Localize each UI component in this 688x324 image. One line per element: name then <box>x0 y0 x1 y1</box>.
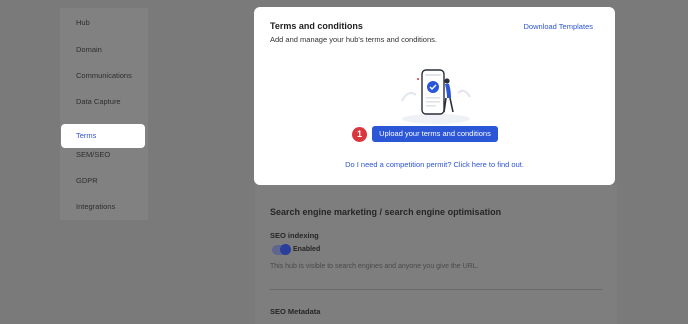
phone-with-person-illustration <box>394 67 478 127</box>
seo-indexing-help: This hub is visible to search engines an… <box>270 263 479 270</box>
sidebar-item-gdpr[interactable]: GDPR <box>76 175 98 187</box>
toggle-knob <box>280 244 291 255</box>
competition-permit-link[interactable]: Do I need a competition permit? Click he… <box>254 160 615 169</box>
sem-seo-heading: Search engine marketing / search engine … <box>270 207 502 217</box>
sidebar-item-communications[interactable]: Communications <box>76 70 132 82</box>
sidebar-item-hub[interactable]: Hub <box>76 17 90 29</box>
seo-indexing-toggle-label: Enabled <box>293 246 321 253</box>
sidebar-item-data-capture[interactable]: Data Capture <box>76 96 121 108</box>
seo-metadata-label: SEO Metadata <box>270 307 321 316</box>
terms-modal: Terms and conditions Add and manage your… <box>254 7 615 185</box>
sidebar-item-integrations[interactable]: Integrations <box>76 201 115 213</box>
step-number-badge: 1 <box>352 127 367 142</box>
sidebar-item-sem-seo[interactable]: SEM/SEO <box>76 149 110 161</box>
sidebar-item-terms[interactable]: Terms <box>76 130 96 142</box>
sidebar-item-terms-active[interactable]: Terms <box>61 124 145 148</box>
seo-indexing-label: SEO indexing <box>270 231 319 240</box>
download-templates-link[interactable]: Download Templates <box>524 22 594 31</box>
settings-sidebar: Hub Domain Communications Data Capture T… <box>60 8 148 220</box>
sidebar-item-domain[interactable]: Domain <box>76 44 102 56</box>
seo-indexing-toggle[interactable] <box>272 244 291 255</box>
divider <box>270 289 602 290</box>
upload-terms-button[interactable]: Upload your terms and conditions <box>372 126 498 142</box>
modal-description: Add and manage your hub's terms and cond… <box>270 35 437 44</box>
seo-settings-panel: Search engine marketing / search engine … <box>255 185 617 324</box>
modal-title: Terms and conditions <box>270 21 363 31</box>
